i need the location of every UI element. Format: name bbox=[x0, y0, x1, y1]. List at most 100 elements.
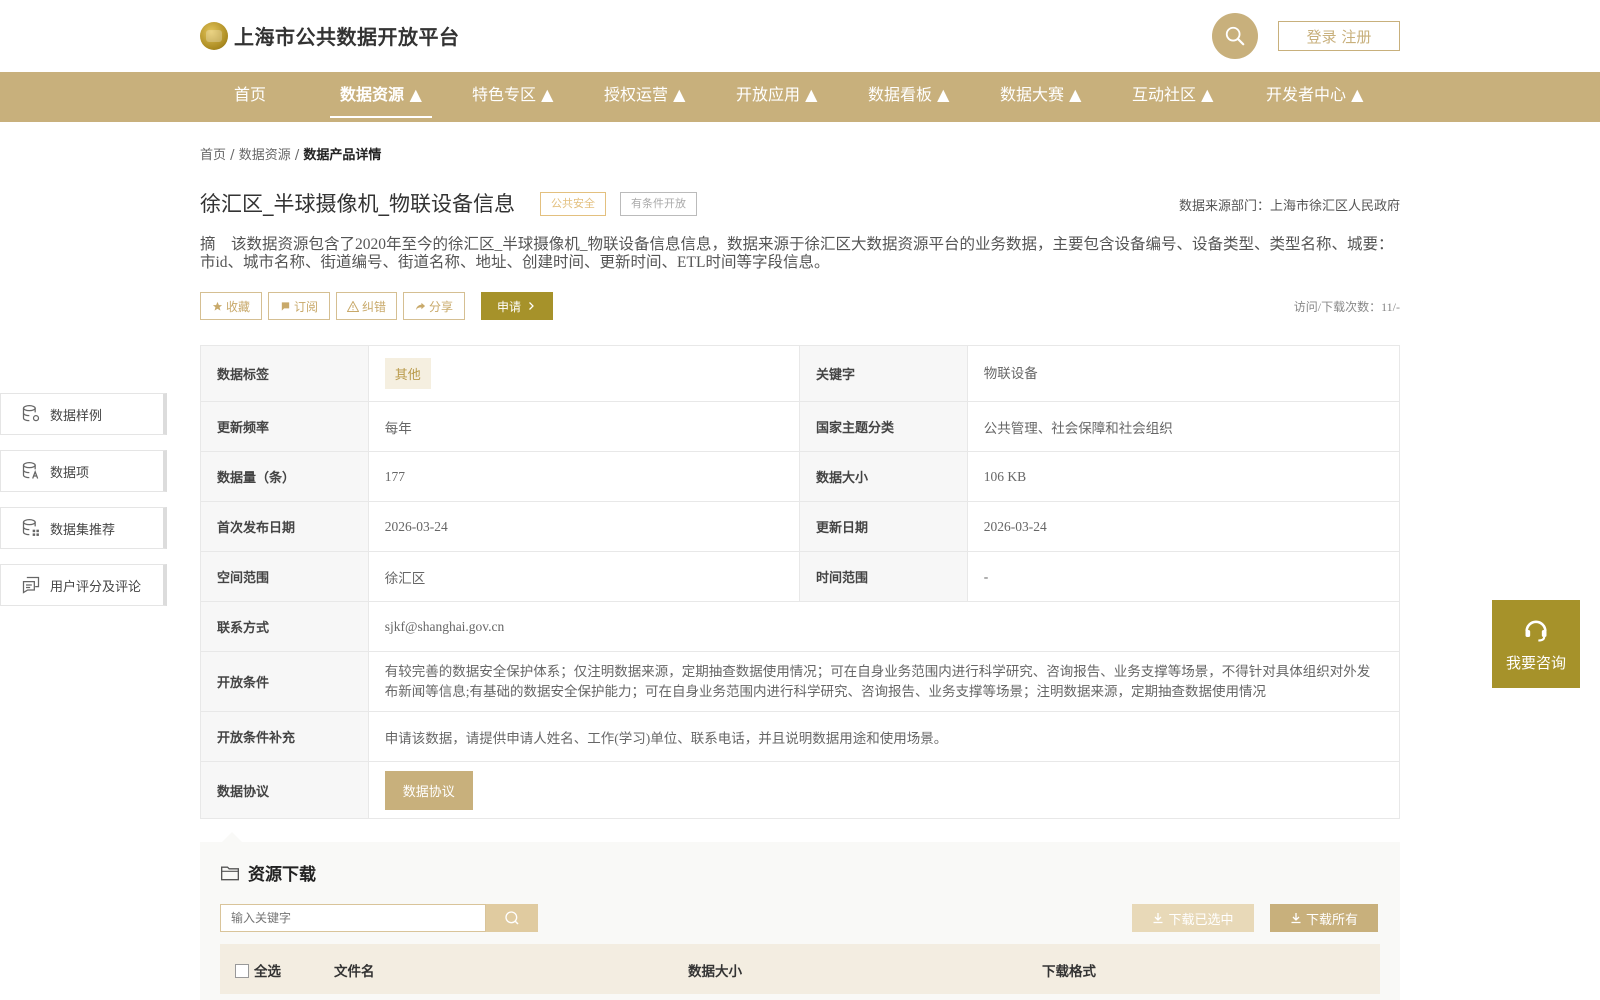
info-value: 2026-03-24 bbox=[369, 502, 800, 551]
info-key: 开放条件补充 bbox=[201, 712, 369, 761]
info-key: 更新日期 bbox=[800, 502, 968, 551]
info-value: 106 KB bbox=[983, 468, 1027, 484]
breadcrumb: 首页 / 数据资源 / 数据产品详情 bbox=[200, 144, 381, 163]
breadcrumb-section[interactable]: 数据资源 bbox=[239, 148, 291, 163]
info-value: 2026-03-24 bbox=[983, 518, 1047, 534]
star-icon bbox=[212, 301, 223, 311]
info-key: 空间范围 bbox=[201, 552, 369, 601]
report-error-label: 纠错 bbox=[361, 299, 386, 314]
share-label: 分享 bbox=[428, 299, 453, 314]
download-title-text: 资源下载 bbox=[248, 865, 316, 885]
side-menu-ratings-comments[interactable]: 用户评分及评论 bbox=[0, 564, 167, 606]
chevron-right-icon bbox=[529, 302, 534, 310]
info-row: 首次发布日期 2026-03-24 更新日期 2026-03-24 bbox=[201, 502, 1399, 552]
warning-icon bbox=[346, 300, 359, 312]
contact-email[interactable]: sjkf@shanghai.gov.cn bbox=[369, 602, 1399, 651]
info-value: 公共管理、社会保障和社会组织 bbox=[983, 420, 1173, 436]
apply-label: 申请 bbox=[496, 299, 521, 314]
nav-item-contest[interactable]: 数据大赛 ▲ bbox=[1000, 72, 1081, 122]
breadcrumb-separator: / bbox=[230, 148, 235, 163]
side-menu-label: 数据项 bbox=[50, 465, 90, 481]
dataset-info-table: 数据标签 其他 关键字 物联设备 更新频率 每年 国家主题分类 公共管理、社会保… bbox=[200, 345, 1400, 819]
download-search-button[interactable] bbox=[486, 904, 538, 932]
side-menu-dataset-recommend[interactable]: 数据集推荐 bbox=[0, 507, 167, 549]
open-type-tag: 有条件开放 bbox=[620, 192, 697, 216]
side-menu-label: 用户评分及评论 bbox=[50, 579, 142, 595]
info-row: 空间范围 徐汇区 时间范围 - bbox=[201, 552, 1399, 602]
nav-item-open-apps[interactable]: 开放应用 ▲ bbox=[736, 72, 817, 122]
info-row: 联系方式 sjkf@shanghai.gov.cn bbox=[201, 602, 1399, 652]
nav-item-featured[interactable]: 特色专区 ▲ bbox=[472, 72, 553, 122]
download-icon bbox=[1153, 913, 1163, 924]
column-format: 下载格式 bbox=[1042, 964, 1096, 980]
info-value: 物联设备 bbox=[983, 366, 1038, 381]
resource-download-section: 资源下载 下载已选中 下载所有 全选 文件名 数据大小 下载格式 bbox=[200, 832, 1400, 1000]
subscribe-label: 订阅 bbox=[293, 299, 318, 314]
share-button[interactable]: 分享 bbox=[403, 292, 465, 320]
main-nav: 首页 数据资源 ▲ 特色专区 ▲ 授权运营 ▲ 开放应用 ▲ 数据看板 ▲ 数据… bbox=[0, 72, 1600, 122]
select-all-checkbox[interactable] bbox=[235, 964, 249, 978]
info-key: 数据大小 bbox=[800, 452, 968, 501]
favorite-button[interactable]: 收藏 bbox=[200, 292, 262, 320]
apply-button[interactable]: 申请 bbox=[481, 292, 553, 320]
flag-icon bbox=[281, 301, 290, 311]
download-section-title: 资源下载 bbox=[220, 860, 316, 885]
nav-item-community[interactable]: 互动社区 ▲ bbox=[1132, 72, 1213, 122]
info-key: 国家主题分类 bbox=[800, 402, 968, 451]
download-table-header: 全选 文件名 数据大小 下载格式 bbox=[220, 944, 1380, 994]
data-agreement-button[interactable]: 数据协议 bbox=[384, 770, 473, 810]
info-value: 数据协议 bbox=[369, 762, 1399, 818]
info-value: 有较完善的数据安全保护体系；仅注明数据来源，定期抽查数据使用情况；可在自身业务范… bbox=[384, 663, 1371, 699]
visit-download-count: 访问/下载次数：11/- bbox=[1293, 300, 1400, 314]
column-data-size: 数据大小 bbox=[688, 964, 742, 980]
subscribe-button[interactable]: 订阅 bbox=[268, 292, 330, 320]
share-icon bbox=[415, 302, 426, 310]
download-search-input[interactable] bbox=[220, 904, 486, 932]
nav-item-authorized-ops[interactable]: 授权运营 ▲ bbox=[604, 72, 685, 122]
info-key: 数据量（条） bbox=[201, 452, 369, 501]
header-search-button[interactable] bbox=[1212, 13, 1258, 59]
consult-button[interactable]: 我要咨询 bbox=[1492, 600, 1580, 688]
column-file-name: 文件名 bbox=[334, 964, 375, 980]
favorite-label: 收藏 bbox=[225, 299, 250, 314]
info-value: 其他 bbox=[369, 346, 800, 401]
breadcrumb-separator: / bbox=[294, 148, 300, 163]
download-all-button[interactable]: 下载所有 bbox=[1270, 904, 1378, 932]
report-error-button[interactable]: 纠错 bbox=[336, 292, 397, 320]
nav-item-developer[interactable]: 开发者中心 ▲ bbox=[1266, 72, 1363, 122]
info-key: 首次发布日期 bbox=[201, 502, 369, 551]
data-tag-chip[interactable]: 其他 bbox=[384, 358, 431, 389]
info-value: 徐汇区 bbox=[369, 552, 800, 601]
breadcrumb-home[interactable]: 首页 bbox=[200, 148, 226, 163]
download-selected-button[interactable]: 下载已选中 bbox=[1132, 904, 1254, 932]
topic-tag: 公共安全 bbox=[540, 192, 606, 216]
page-title: 徐汇区_半球摄像机_物联设备信息 bbox=[200, 192, 515, 216]
dataset-abstract: 摘 该数据资源包含了2020年至今的徐汇区_半球摄像机_物联设备信息信息，数据来… bbox=[200, 236, 1394, 271]
nav-item-dashboard[interactable]: 数据看板 ▲ bbox=[868, 72, 949, 122]
login-register-button[interactable]: 登录 注册 bbox=[1278, 21, 1400, 51]
database-text-icon bbox=[22, 462, 39, 479]
search-icon bbox=[1225, 26, 1245, 46]
info-value: - bbox=[983, 568, 989, 584]
select-all-cell[interactable]: 全选 bbox=[235, 960, 281, 980]
comment-icon bbox=[22, 576, 40, 594]
download-selected-label: 下载已选中 bbox=[1168, 912, 1234, 928]
info-key: 数据标签 bbox=[201, 346, 369, 401]
nav-item-home[interactable]: 首页 bbox=[234, 72, 266, 122]
download-all-label: 下载所有 bbox=[1305, 912, 1358, 928]
info-key: 时间范围 bbox=[800, 552, 968, 601]
info-value: 申请该数据，请提供申请人姓名、工作(学习)单位、联系电话，并且说明数据用途和使用… bbox=[384, 730, 948, 746]
consult-label: 我要咨询 bbox=[1505, 653, 1566, 672]
info-key: 开放条件 bbox=[201, 652, 369, 711]
info-row: 开放条件 有较完善的数据安全保护体系；仅注明数据来源，定期抽查数据使用情况；可在… bbox=[201, 652, 1399, 712]
side-menu-data-items[interactable]: 数据项 bbox=[0, 450, 167, 492]
site-logo[interactable]: 上海市公共数据开放平台 bbox=[200, 21, 460, 50]
site-title: 上海市公共数据开放平台 bbox=[234, 25, 460, 49]
info-value: 177 bbox=[369, 452, 800, 501]
folder-icon bbox=[221, 866, 239, 880]
nav-item-data-resources[interactable]: 数据资源 ▲ bbox=[330, 72, 432, 122]
side-menu-data-sample[interactable]: 数据样例 bbox=[0, 393, 167, 435]
headset-icon bbox=[1525, 620, 1547, 642]
info-key: 联系方式 bbox=[201, 602, 369, 651]
side-menu-label: 数据样例 bbox=[50, 408, 103, 424]
